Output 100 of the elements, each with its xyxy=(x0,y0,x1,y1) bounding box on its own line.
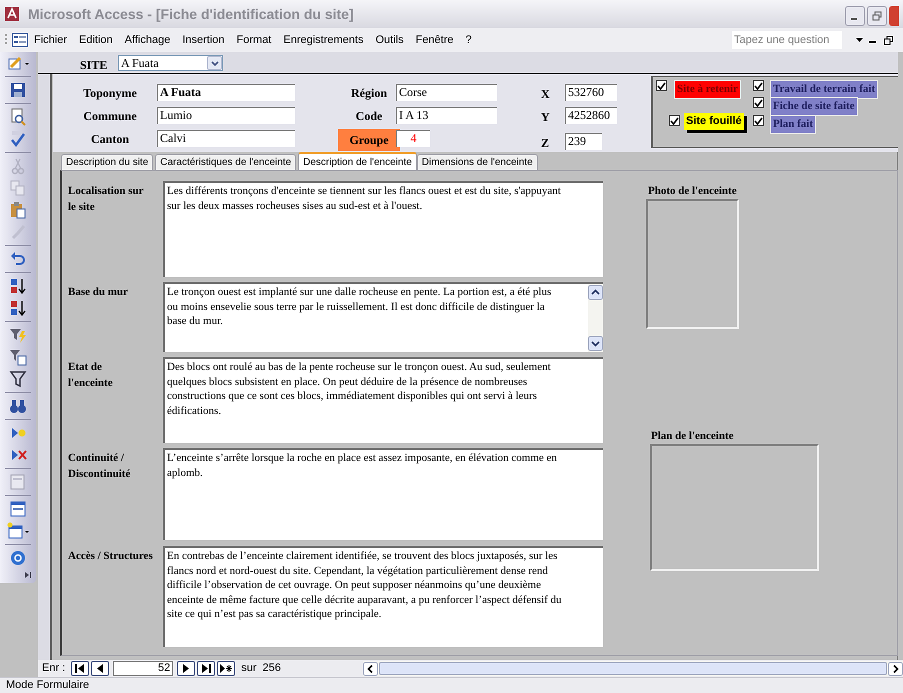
first-record-button[interactable] xyxy=(71,661,90,676)
view-icon[interactable] xyxy=(7,54,29,72)
tab[interactable]: Caractéristiques de l'enceinte xyxy=(155,154,296,171)
menu-item[interactable]: Affichage xyxy=(124,34,170,46)
tab[interactable]: Dimensions de l'enceinte xyxy=(416,154,538,171)
flag-label: Site fouillé xyxy=(684,113,744,130)
minimize-icon[interactable] xyxy=(869,40,876,44)
filter-lightning-icon[interactable] xyxy=(9,326,27,344)
binoculars-icon[interactable] xyxy=(9,397,27,415)
text-field[interactable]: Corse xyxy=(396,84,497,101)
checkbox[interactable] xyxy=(753,80,764,91)
toolbar-options-icon[interactable] xyxy=(24,571,32,579)
flag-label: Fiche de site faite xyxy=(770,97,858,116)
coordinate-field[interactable]: 532760 xyxy=(565,84,617,101)
field-label: Commune xyxy=(82,108,138,125)
menu-item[interactable]: Format xyxy=(236,34,272,46)
field-label: Canton xyxy=(90,131,130,148)
last-record-icon xyxy=(200,664,212,673)
check-icon xyxy=(754,116,763,124)
field-label: Région xyxy=(350,85,388,102)
filter-icon[interactable] xyxy=(9,370,27,388)
text-field[interactable]: A Fuata xyxy=(157,84,295,101)
minimize-button[interactable] xyxy=(845,6,865,26)
text-area-field[interactable]: En contrebas de l’enceinte clairement identifiée, se trouvent des blocs juxtaposés, sur les flancs nord et nord-ouest du site. Cependant, la végétation particulièrement dense rend difficile l’observation de cet ouvrage. On peut supposer néanmoins qu’une deuxième enceinte de même facture que celle décrite auparavant, a pu renforcer l’aspect défensif du site ce qui n’est pas sa caractéristique principale. xyxy=(163,546,603,647)
checkbox[interactable] xyxy=(753,97,764,108)
last-record-button[interactable] xyxy=(197,661,216,676)
coordinate-label: Z xyxy=(541,135,550,152)
text-field[interactable]: I A 13 xyxy=(396,107,497,124)
record-selector-bar[interactable] xyxy=(38,74,52,660)
spelling-icon[interactable] xyxy=(9,130,27,148)
menu-item[interactable]: Edition xyxy=(79,34,113,46)
form-icon[interactable] xyxy=(12,33,28,47)
question-field[interactable]: Tapez une question xyxy=(732,31,842,49)
tab[interactable]: Description de l'enceinte xyxy=(298,152,417,171)
checkbox[interactable] xyxy=(656,80,667,91)
horizontal-scrollbar[interactable] xyxy=(362,661,903,676)
field-label: Code xyxy=(354,108,384,125)
vertical-scrollbar[interactable] xyxy=(588,284,603,352)
text-field[interactable]: Lumio xyxy=(157,107,295,124)
scroll-up-icon[interactable] xyxy=(588,285,603,300)
field-label: Continuité / Discontinuité xyxy=(68,451,132,482)
menu-item[interactable]: Fichier xyxy=(34,34,68,46)
field-label: Etat de l'enceinte xyxy=(68,360,114,391)
menu-item[interactable]: Insertion xyxy=(182,34,225,46)
app-icon xyxy=(4,6,20,22)
undo-icon[interactable] xyxy=(9,250,27,268)
menu-item[interactable]: Fenêtre xyxy=(416,34,454,46)
first-record-icon xyxy=(74,664,86,673)
picture-label: Plan de l'enceinte xyxy=(651,429,734,444)
check-icon xyxy=(657,82,666,90)
save-icon[interactable] xyxy=(9,81,27,99)
tab[interactable]: Description du site xyxy=(61,154,154,171)
sort-ascending-icon[interactable] xyxy=(9,277,27,295)
field-label: Groupe xyxy=(338,129,400,151)
scroll-down-icon[interactable] xyxy=(588,336,603,351)
menu-item[interactable]: Enregistrements xyxy=(283,34,364,46)
field-label: Localisation sur le site xyxy=(68,184,144,215)
coordinate-label: Y xyxy=(541,109,550,126)
previous-record-button[interactable] xyxy=(91,661,110,676)
dropdown-arrow-icon[interactable] xyxy=(856,38,863,42)
coordinate-field[interactable]: 4252860 xyxy=(565,107,617,124)
clipboard-icon[interactable] xyxy=(9,201,27,219)
site-label: SITE xyxy=(80,57,108,74)
text-field[interactable]: 4 xyxy=(396,130,430,147)
menu-item[interactable]: Outils xyxy=(375,34,404,46)
record-count: 256 xyxy=(262,661,281,676)
text-area-field[interactable]: Des blocs ont roulé au bas de la pente rocheuse sur le tronçon ouest. Au sud, seulement quelques blocs subsistent en place. On peut déduire de la présence de nombreuses constructions que ce sont ces blocs, immédiatement disponibles qui ont servi à leurs édifications. xyxy=(163,357,603,443)
scroll-right-icon[interactable] xyxy=(888,662,903,676)
next-record-button[interactable] xyxy=(177,661,196,676)
picture-label: Photo de l'enceinte xyxy=(648,184,737,199)
restore-button[interactable] xyxy=(867,6,887,26)
print-preview-icon[interactable] xyxy=(9,108,27,126)
scroll-left-icon[interactable] xyxy=(362,662,378,676)
record-number-field[interactable]: 52 xyxy=(113,661,174,676)
new-record-icon xyxy=(220,664,232,673)
coordinate-label: X xyxy=(541,86,550,103)
field-label: Base du mur xyxy=(68,285,129,300)
site-combo-box[interactable]: A Fuata xyxy=(118,55,223,71)
restore-icon[interactable] xyxy=(884,36,893,44)
scrollbar-thumb[interactable] xyxy=(378,662,887,675)
text-area-field[interactable]: Les différents tronçons d'enceinte se tiennent sur les flancs ouest et est du site, s'appuyant sur les deux masses rocheuses sises au sud-est et à l'ouest. xyxy=(163,181,603,277)
field-label: Accès / Structures xyxy=(68,549,154,564)
field-label: Toponyme xyxy=(82,85,138,102)
new-object-icon[interactable] xyxy=(7,522,29,540)
sort-descending-icon[interactable] xyxy=(9,299,27,317)
menu-item[interactable]: ? xyxy=(466,34,472,46)
record-count-label: sur xyxy=(241,661,257,676)
text-area-field[interactable]: Le tronçon ouest est implanté sur une dalle rocheuse en pente. La portion est, a été plus ou moins ensevelie sous terre par le ruissellement. Il est donc difficile de distinguer la base du mur. xyxy=(163,282,603,352)
status-bar: Mode Formulaire xyxy=(0,677,903,693)
flag-label: Site à retenir xyxy=(674,80,741,98)
flag-label: Travail de terrain fait xyxy=(770,80,878,98)
checkbox[interactable] xyxy=(669,115,680,126)
window-title: Microsoft Access - [Fiche d'identification du site] xyxy=(28,4,355,24)
filter-form-icon[interactable] xyxy=(9,348,27,366)
text-area-field[interactable]: L’enceinte s’arrête lorsque la roche en place est assez imposante, en élévation comme en aplomb. xyxy=(163,448,603,540)
database-window-icon[interactable] xyxy=(9,500,27,518)
new-record-button[interactable] xyxy=(217,661,236,676)
checkbox[interactable] xyxy=(753,115,764,126)
coordinate-field[interactable]: 239 xyxy=(565,133,602,150)
text-field[interactable]: Calvi xyxy=(157,130,295,147)
